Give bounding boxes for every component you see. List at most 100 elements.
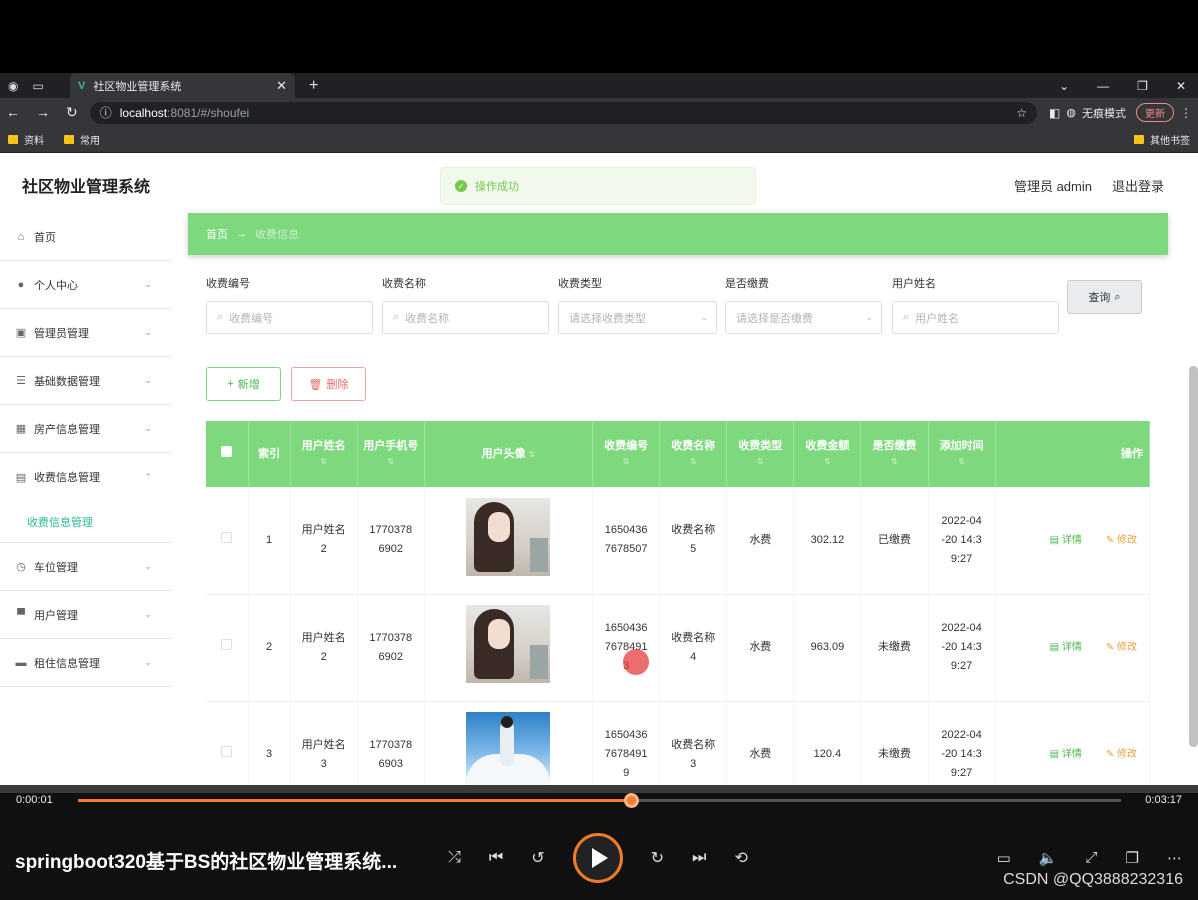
- avatar-image[interactable]: [466, 605, 551, 683]
- update-button[interactable]: 更新: [1136, 103, 1174, 122]
- page-scrollbar[interactable]: [1189, 366, 1198, 747]
- sidebar-item-property[interactable]: ▦ 房产信息管理 ⌄: [0, 405, 172, 453]
- subtitles-icon[interactable]: ▭: [997, 849, 1011, 867]
- detail-link[interactable]: ▤ 详情: [1050, 749, 1082, 760]
- sort-icon[interactable]: ⇅: [929, 454, 995, 469]
- other-bookmarks[interactable]: 其他书签: [1134, 132, 1190, 147]
- delete-button[interactable]: 🗑 删除: [291, 367, 366, 401]
- logout-link[interactable]: 退出登录: [1112, 176, 1164, 195]
- row-checkbox[interactable]: [221, 531, 233, 543]
- row-select-cell[interactable]: [206, 487, 249, 595]
- edit-link[interactable]: ✎ 修改: [1106, 535, 1137, 546]
- sidebar-item-parking[interactable]: ◷ 车位管理 ⌄: [0, 543, 172, 591]
- next-icon[interactable]: ⏭: [692, 849, 706, 867]
- fee-type-select[interactable]: 请选择收费类型 ⌄: [558, 301, 717, 334]
- sidebar-item-rental[interactable]: ▬ 租住信息管理 ⌄: [0, 639, 172, 687]
- user-name-input[interactable]: ⌕ 用户姓名: [892, 301, 1059, 334]
- miniplayer-icon[interactable]: ❐: [1126, 849, 1139, 867]
- new-tab-button[interactable]: +: [309, 77, 318, 95]
- row-select-cell[interactable]: [206, 701, 249, 785]
- tab-search-icon[interactable]: ⌄: [1059, 79, 1069, 93]
- progress-knob[interactable]: [623, 793, 639, 808]
- col-user-phone[interactable]: 用户手机号 ⇅: [357, 421, 425, 487]
- bookmark-folder[interactable]: 资料: [8, 132, 44, 147]
- col-fee-name[interactable]: 收费名称 ⇅: [659, 421, 728, 487]
- info-icon[interactable]: ⓘ: [100, 104, 112, 121]
- reload-icon[interactable]: ↻: [66, 104, 78, 121]
- table-row[interactable]: 2 用户姓名 2 1770378 6902 165043676784913 收费名称…: [206, 594, 1151, 702]
- add-button[interactable]: + 新增: [206, 367, 281, 401]
- sort-icon[interactable]: ⇅: [358, 454, 424, 469]
- row-checkbox[interactable]: [221, 746, 233, 757]
- sort-icon[interactable]: ⇅: [727, 454, 793, 469]
- row-select-cell[interactable]: [206, 594, 249, 702]
- detail-link[interactable]: ▤ 详情: [1050, 642, 1082, 653]
- select-all-cell[interactable]: [206, 421, 249, 487]
- back-icon[interactable]: ←: [6, 104, 20, 121]
- row-checkbox[interactable]: [221, 639, 233, 650]
- globe-icon[interactable]: ◉: [8, 79, 18, 93]
- col-added[interactable]: 添加时间 ⇅: [928, 421, 996, 487]
- fullscreen-icon[interactable]: ⤢: [1086, 849, 1098, 867]
- sort-icon[interactable]: ⇅: [529, 450, 536, 459]
- volume-icon[interactable]: 🔈: [1039, 849, 1058, 867]
- cell-fee-name: 收费名称 3: [659, 701, 728, 785]
- sidebar-item-label: 管理员管理: [34, 327, 89, 340]
- fee-no-input[interactable]: ⌕ 收费编号: [206, 301, 373, 334]
- detail-link[interactable]: ▤ 详情: [1050, 535, 1082, 546]
- sidebar-item-profile[interactable]: ● 个人中心 ⌄: [0, 261, 172, 309]
- sort-icon[interactable]: ⇅: [593, 454, 659, 469]
- sidebar-item-users[interactable]: ▀ 用户管理 ⌄: [0, 591, 172, 639]
- col-paid[interactable]: 是否缴费 ⇅: [860, 421, 929, 487]
- play-button[interactable]: [572, 833, 623, 883]
- sort-icon[interactable]: ⇅: [794, 454, 860, 469]
- bookmark-star-icon[interactable]: ☆: [1016, 106, 1027, 120]
- active-tab[interactable]: V 社区物业管理系统 ✕: [70, 73, 295, 98]
- more-icon[interactable]: ⋯: [1167, 849, 1182, 867]
- incognito-indicator[interactable]: ◍ 无痕模式: [1066, 105, 1126, 121]
- previous-icon[interactable]: ⏮: [489, 849, 503, 867]
- query-button[interactable]: 查询 ⌕: [1067, 280, 1142, 314]
- table-row[interactable]: 1 用户姓名 2 1770378 6902 1650436 7678507 收费名称 5…: [206, 487, 1151, 595]
- mouse-cursor-highlight: [623, 649, 649, 675]
- close-window-icon[interactable]: ✕: [1176, 79, 1186, 93]
- minimize-icon[interactable]: —: [1097, 79, 1109, 93]
- paid-select[interactable]: 请选择是否缴费 ⌄: [725, 301, 882, 334]
- shuffle-icon[interactable]: ⤮: [448, 849, 461, 867]
- tab-close-icon[interactable]: ✕: [276, 78, 287, 94]
- video-player: 0:00:01 0:03:17 springboot320基于BS的社区物业管理…: [0, 785, 1198, 900]
- col-fee-type[interactable]: 收费类型 ⇅: [726, 421, 795, 487]
- avatar-image[interactable]: [466, 497, 551, 576]
- edit-link[interactable]: ✎ 修改: [1106, 749, 1137, 760]
- bookmark-label: 资料: [24, 136, 44, 147]
- breadcrumb-home[interactable]: 首页: [206, 226, 228, 242]
- restore-icon[interactable]: ❐: [1137, 79, 1148, 93]
- sidebar-item-admins[interactable]: ▣ 管理员管理 ⌄: [0, 309, 172, 357]
- fee-name-input[interactable]: ⌕ 收费名称: [382, 301, 549, 334]
- sidebar-item-home[interactable]: ⌂ 首页: [0, 213, 172, 261]
- forward-30-icon[interactable]: ↻: [651, 848, 664, 868]
- sidebar-item-fees[interactable]: ▤ 收费信息管理 ⌃: [0, 453, 172, 501]
- select-all-checkbox[interactable]: [221, 446, 233, 457]
- bookmark-folder[interactable]: 常用: [64, 132, 100, 147]
- sort-icon[interactable]: ⇅: [861, 454, 927, 469]
- tab-overview-icon[interactable]: ▭: [32, 79, 43, 93]
- col-fee-no[interactable]: 收费编号 ⇅: [592, 421, 661, 487]
- url-field[interactable]: ⓘ localhost:8081/#/shoufei ☆: [89, 101, 1038, 124]
- submenu-item-fees[interactable]: 收费信息管理: [0, 501, 172, 543]
- sort-icon[interactable]: ⇅: [660, 454, 726, 469]
- sort-icon[interactable]: ⇅: [291, 454, 357, 469]
- table-row[interactable]: 3 用户姓名 3 1770378 6903 1650436 7678491 9 收费名称…: [206, 701, 1151, 785]
- sidepanel-icon[interactable]: ◧: [1049, 106, 1060, 120]
- col-amount[interactable]: 收费金额 ⇅: [793, 421, 862, 487]
- repeat-off-icon[interactable]: ⟲: [734, 848, 747, 868]
- forward-icon[interactable]: →: [36, 104, 50, 121]
- col-avatar[interactable]: 用户头像 ⇅: [424, 421, 594, 487]
- progress-track[interactable]: [78, 799, 1121, 802]
- col-user-name[interactable]: 用户姓名 ⇅: [290, 421, 358, 487]
- menu-dots-icon[interactable]: ⋮: [1180, 106, 1192, 120]
- rewind-icon[interactable]: ↺: [531, 848, 544, 868]
- edit-link[interactable]: ✎ 修改: [1106, 642, 1137, 653]
- sidebar-item-basedata[interactable]: ☰ 基础数据管理 ⌄: [0, 357, 172, 405]
- avatar-image[interactable]: [466, 712, 551, 785]
